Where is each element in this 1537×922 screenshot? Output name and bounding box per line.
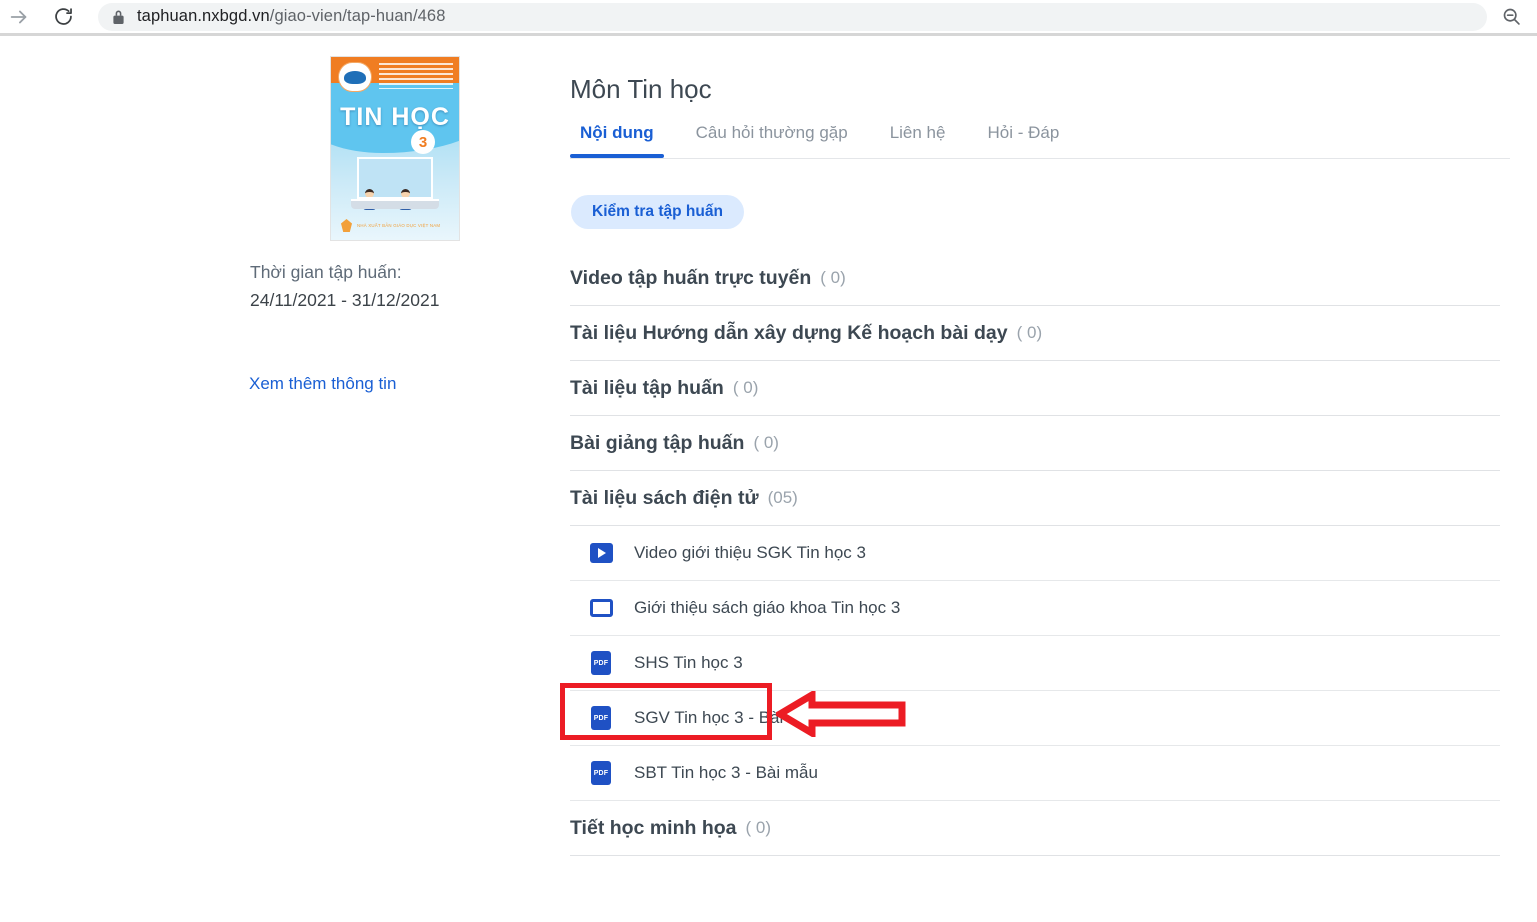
section-title: Tiết học minh họa	[570, 816, 737, 839]
section-title: Tài liệu Hướng dẫn xây dựng Kế hoạch bài…	[570, 321, 1008, 344]
section-title: Tài liệu sách điện tử	[570, 486, 759, 509]
forward-arrow-icon[interactable]	[6, 4, 32, 30]
document-label: SBT Tin học 3 - Bài mẫu	[634, 763, 818, 782]
tab-hoi-dap[interactable]: Hỏi - Đáp	[977, 118, 1069, 156]
section-count: ( 0)	[753, 433, 779, 452]
url-path: /giao-vien/tap-huan/468	[269, 7, 446, 25]
section-count: ( 0)	[732, 378, 759, 397]
pdf-icon: PDF	[589, 706, 613, 730]
document-label: Video giới thiệu SGK Tin học 3	[634, 543, 866, 562]
document-label: SHS Tin học 3	[634, 653, 743, 672]
status-badge[interactable]: Kiểm tra tập huấn	[571, 195, 744, 229]
cover-credits-text	[379, 63, 453, 89]
address-bar[interactable]: taphuan.nxbgd.vn/giao-vien/tap-huan/468	[98, 2, 1487, 31]
course-sidebar: TIN HỌC 3 NHÀ XUẤT BẢN GIÁO DỤC VIỆT NAM…	[0, 36, 545, 922]
section-count: ( 0)	[745, 818, 771, 837]
zoom-out-icon[interactable]	[1491, 3, 1531, 31]
url-host: taphuan.nxbgd.vn	[137, 7, 270, 25]
section-title: Tài liệu tập huấn	[570, 376, 724, 399]
content-section: Video tập huấn trực tuyến ( 0)	[570, 251, 1500, 306]
slide-icon	[589, 596, 613, 620]
section-count: ( 0)	[1016, 323, 1043, 342]
pdf-icon-text: PDF	[591, 651, 611, 675]
pdf-icon: PDF	[589, 761, 613, 785]
document-label: Giới thiệu sách giáo khoa Tin học 3	[634, 598, 901, 617]
cover-laptop-illustration	[351, 157, 439, 213]
content-section: Bài giảng tập huấn ( 0)	[570, 416, 1500, 471]
section-title: Video tập huấn trực tuyến	[570, 266, 812, 289]
tab-cau-hoi[interactable]: Câu hỏi thường gặp	[686, 118, 858, 156]
section-count: ( 0)	[820, 268, 846, 287]
document-row[interactable]: Giới thiệu sách giáo khoa Tin học 3	[570, 581, 1500, 636]
document-row[interactable]: PDF SBT Tin học 3 - Bài mẫu	[570, 746, 1500, 801]
pdf-icon: PDF	[589, 651, 613, 675]
reload-icon[interactable]	[50, 4, 76, 30]
lock-icon	[112, 9, 125, 25]
content-section: Tài liệu sách điện tử (05) Video giới thiệ…	[570, 471, 1500, 801]
book-cover-image: TIN HỌC 3 NHÀ XUẤT BẢN GIÁO DỤC VIỆT NAM	[331, 57, 459, 240]
document-row[interactable]: PDF SHS Tin học 3	[570, 636, 1500, 691]
pdf-icon-text: PDF	[591, 706, 611, 730]
tab-noi-dung[interactable]: Nội dung	[570, 118, 664, 158]
training-time-label: Thời gian tập huấn:	[250, 262, 402, 282]
course-main-panel: Môn Tin học Nội dung Câu hỏi thường gặp Li…	[545, 36, 1537, 922]
content-section: Tiết học minh họa ( 0)	[570, 801, 1500, 856]
section-header[interactable]: Bài giảng tập huấn ( 0)	[570, 416, 1500, 471]
tab-lien-he[interactable]: Liên hệ	[880, 118, 956, 156]
url-text: taphuan.nxbgd.vn/giao-vien/tap-huan/468	[137, 7, 445, 26]
publisher-logo-icon	[338, 62, 372, 92]
cover-publisher-footer: NHÀ XUẤT BẢN GIÁO DỤC VIỆT NAM	[341, 219, 440, 232]
document-row[interactable]: PDF SGV Tin học 3 - Bài mẫu	[570, 691, 1500, 746]
section-title: Bài giảng tập huấn	[570, 431, 745, 454]
cover-title: TIN HỌC	[340, 103, 450, 131]
section-header[interactable]: Tài liệu tập huấn ( 0)	[570, 361, 1500, 416]
section-header[interactable]: Tài liệu Hướng dẫn xây dựng Kế hoạch bài…	[570, 306, 1500, 361]
cover-publisher-name: NHÀ XUẤT BẢN GIÁO DỤC VIỆT NAM	[357, 223, 441, 228]
section-header[interactable]: Tài liệu sách điện tử (05)	[570, 471, 1500, 526]
document-row[interactable]: Video giới thiệu SGK Tin học 3	[570, 526, 1500, 581]
video-icon	[589, 541, 613, 565]
tab-bar: Nội dung Câu hỏi thường gặp Liên hệ Hỏi - Đ…	[570, 118, 1510, 159]
training-time-value: 24/11/2021 - 31/12/2021	[250, 290, 440, 310]
section-count: (05)	[767, 488, 798, 507]
content-section: Tài liệu Hướng dẫn xây dựng Kế hoạch bài…	[570, 306, 1500, 361]
section-header[interactable]: Video tập huấn trực tuyến ( 0)	[570, 251, 1500, 306]
section-header[interactable]: Tiết học minh họa ( 0)	[570, 801, 1500, 856]
page-content: TIN HỌC 3 NHÀ XUẤT BẢN GIÁO DỤC VIỆT NAM…	[0, 36, 1537, 922]
document-label: SGV Tin học 3 - Bài mẫu	[634, 708, 822, 727]
more-info-link[interactable]: Xem thêm thông tin	[249, 374, 396, 394]
publisher-mark-icon	[341, 219, 352, 232]
cover-grade-badge: 3	[411, 130, 435, 154]
browser-toolbar: taphuan.nxbgd.vn/giao-vien/tap-huan/468	[0, 0, 1537, 33]
content-section: Tài liệu tập huấn ( 0)	[570, 361, 1500, 416]
pdf-icon-text: PDF	[591, 761, 611, 785]
page-title: Môn Tin học	[570, 74, 712, 105]
